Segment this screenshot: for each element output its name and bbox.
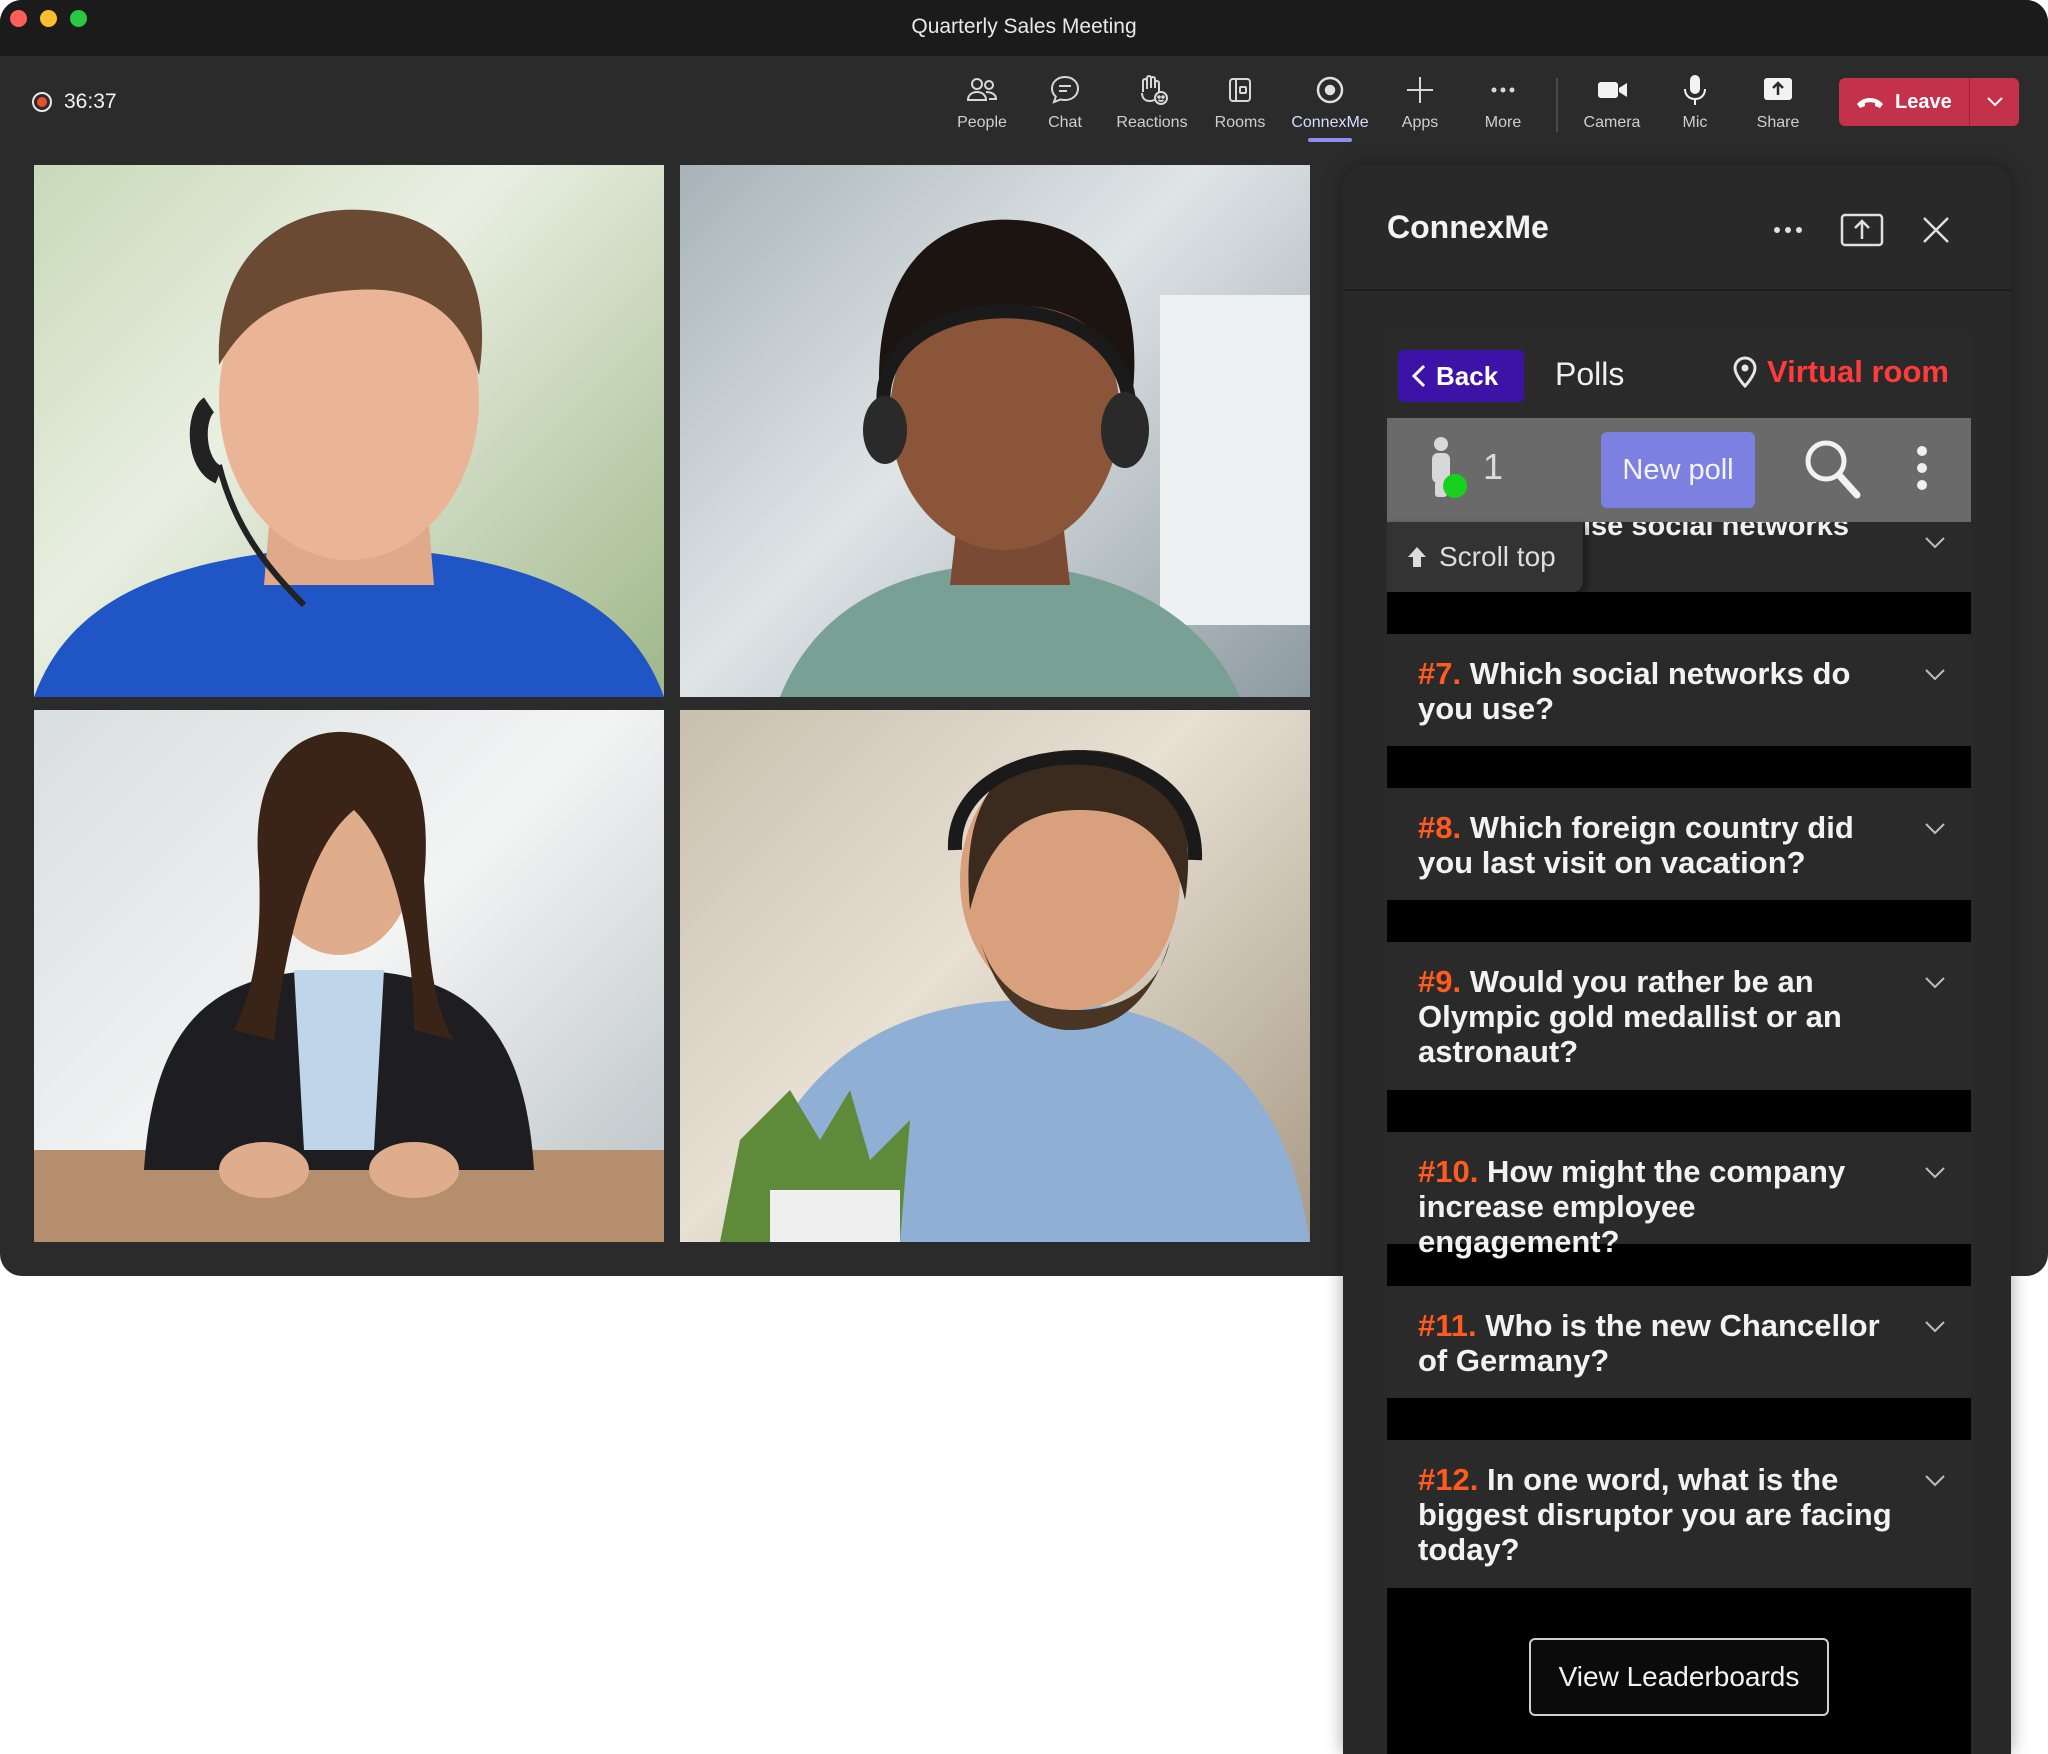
view-leaderboards-button[interactable]: View Leaderboards xyxy=(1529,1638,1829,1716)
panel-close-button[interactable] xyxy=(1911,205,1961,255)
poll-question: In one word, what is the biggest disrupt… xyxy=(1418,1462,1892,1567)
participant-video-1[interactable] xyxy=(34,165,664,697)
options-kebab-button[interactable] xyxy=(1912,446,1932,498)
poll-number: #8. xyxy=(1418,810,1461,845)
plus-icon xyxy=(1402,72,1438,108)
people-button[interactable]: People xyxy=(937,72,1027,152)
more-icon xyxy=(1485,72,1521,108)
poll-question: Which foreign country did you last visit… xyxy=(1418,810,1854,880)
poll-question: Would you rather be an Olympic gold meda… xyxy=(1418,964,1842,1069)
rooms-button[interactable]: Rooms xyxy=(1195,72,1285,152)
more-icon xyxy=(1773,226,1803,234)
chevron-down-icon xyxy=(1923,1468,1947,1492)
chevron-down-icon xyxy=(1987,97,2003,107)
back-button[interactable]: Back xyxy=(1398,350,1524,402)
meeting-timer: 36:37 xyxy=(64,90,117,114)
poll-number: #10. xyxy=(1418,1154,1478,1189)
poll-item-12[interactable]: #12. In one word, what is the biggest di… xyxy=(1387,1440,1971,1588)
recording-icon xyxy=(32,92,52,112)
polls-action-bar: 1 New poll xyxy=(1387,418,1971,522)
participant-3-image xyxy=(34,710,664,1242)
title-bar: Quarterly Sales Meeting xyxy=(0,0,2048,56)
connexme-app: Back Polls Virtual room 1 New poll ise s… xyxy=(1387,332,1971,1754)
mic-button[interactable]: Mic xyxy=(1650,72,1740,152)
panel-header: ConnexMe xyxy=(1343,165,2011,291)
panel-more-button[interactable] xyxy=(1763,205,1813,255)
share-button[interactable]: Share xyxy=(1733,72,1823,152)
participant-online-icon xyxy=(1425,436,1469,502)
leave-button[interactable]: Leave xyxy=(1839,78,1969,126)
people-icon xyxy=(964,72,1000,108)
share-screen-icon xyxy=(1760,72,1796,108)
chevron-down-icon xyxy=(1923,1314,1947,1338)
participant-count: 1 xyxy=(1483,446,1503,488)
chevron-down-icon xyxy=(1923,530,1947,554)
participant-4-image xyxy=(680,710,1310,1242)
camera-button[interactable]: Camera xyxy=(1567,72,1657,152)
rooms-icon xyxy=(1222,72,1258,108)
poll-question: Who is the new Chancellor of Germany? xyxy=(1418,1308,1880,1378)
new-poll-button[interactable]: New poll xyxy=(1601,432,1755,508)
poll-question: How might the company increase employee … xyxy=(1418,1154,1845,1259)
toolbar-divider xyxy=(1556,78,1558,132)
section-title: Polls xyxy=(1555,356,1624,393)
panel-title: ConnexMe xyxy=(1387,209,1549,246)
reactions-button[interactable]: Reactions xyxy=(1107,72,1197,152)
participant-video-2[interactable] xyxy=(680,165,1310,697)
location-pin-icon xyxy=(1733,356,1757,388)
chevron-down-icon xyxy=(1923,662,1947,686)
leave-button-group: Leave xyxy=(1839,78,2019,126)
poll-item-10[interactable]: #10. How might the company increase empl… xyxy=(1387,1132,1971,1244)
participant-video-3[interactable] xyxy=(34,710,664,1242)
poll-number: #7. xyxy=(1418,656,1461,691)
poll-number: #12. xyxy=(1418,1462,1478,1497)
app-header: Back Polls Virtual room xyxy=(1387,332,1971,418)
panel-popout-button[interactable] xyxy=(1837,205,1887,255)
more-button[interactable]: More xyxy=(1458,72,1548,152)
poll-item-11[interactable]: #11. Who is the new Chancellor of German… xyxy=(1387,1286,1971,1398)
popout-icon xyxy=(1840,213,1884,247)
scroll-top-button[interactable]: Scroll top xyxy=(1387,522,1583,592)
camera-icon xyxy=(1594,72,1630,108)
chevron-left-icon xyxy=(1412,364,1426,388)
poll-question: Which social networks do you use? xyxy=(1418,656,1850,726)
chat-icon xyxy=(1047,72,1083,108)
participant-1-image xyxy=(34,165,664,697)
virtual-room-link[interactable]: Virtual room xyxy=(1733,354,1949,390)
connexme-icon xyxy=(1312,72,1348,108)
poll-item-9[interactable]: #9. Would you rather be an Olympic gold … xyxy=(1387,942,1971,1090)
poll-item-8[interactable]: #8. Which foreign country did you last v… xyxy=(1387,788,1971,900)
meeting-toolbar: 36:37 People Chat Reactions Rooms Connex… xyxy=(0,56,2048,166)
close-icon xyxy=(1922,216,1950,244)
participant-video-4[interactable] xyxy=(680,710,1310,1242)
poll-item-7[interactable]: #7. Which social networks do you use? xyxy=(1387,634,1971,746)
search-icon[interactable] xyxy=(1803,438,1861,500)
raise-hand-icon xyxy=(1134,72,1170,108)
chat-button[interactable]: Chat xyxy=(1020,72,1110,152)
connexme-button[interactable]: ConnexMe xyxy=(1285,72,1375,152)
chevron-down-icon xyxy=(1923,1160,1947,1184)
recording-indicator: 36:37 xyxy=(32,90,117,114)
poll-number: #9. xyxy=(1418,964,1461,999)
chevron-down-icon xyxy=(1923,970,1947,994)
window-title: Quarterly Sales Meeting xyxy=(0,0,2048,56)
hang-up-icon xyxy=(1855,93,1885,111)
connexme-side-panel: ConnexMe Back Polls Virtual room xyxy=(1343,165,2011,1754)
active-tab-indicator xyxy=(1308,138,1352,142)
microphone-icon xyxy=(1677,72,1713,108)
chevron-down-icon xyxy=(1923,816,1947,840)
apps-button[interactable]: Apps xyxy=(1375,72,1465,152)
participant-2-image xyxy=(680,165,1310,697)
poll-number: #11. xyxy=(1418,1308,1477,1343)
leave-options-button[interactable] xyxy=(1970,78,2019,126)
arrow-up-icon xyxy=(1407,546,1427,568)
